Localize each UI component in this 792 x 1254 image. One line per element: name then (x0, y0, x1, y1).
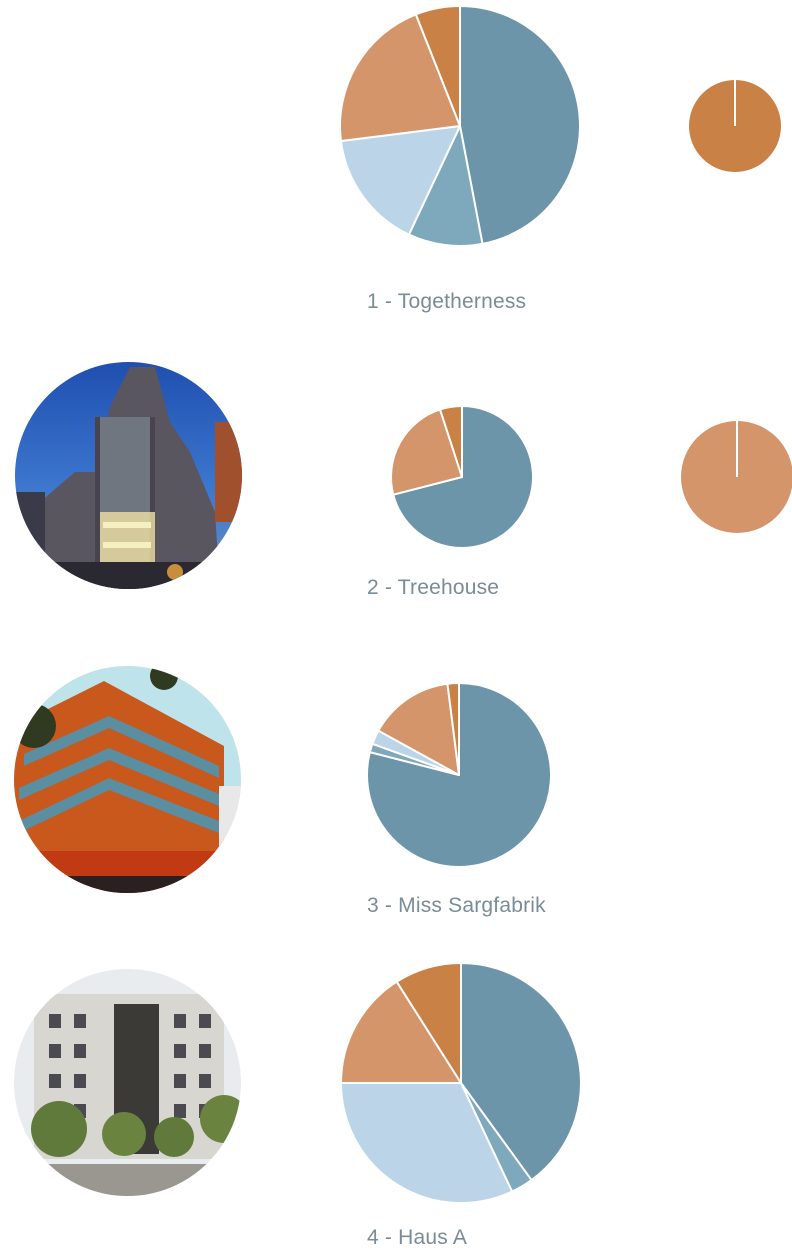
pie-chart-haus-a-main (340, 962, 582, 1204)
project-label: 2 - Treehouse (367, 576, 500, 599)
project-label: 3 - Miss Sargfabrik (367, 894, 546, 917)
project-label: 4 - Haus A (367, 1226, 468, 1249)
project-label: 1 - Togetherness (367, 290, 527, 313)
